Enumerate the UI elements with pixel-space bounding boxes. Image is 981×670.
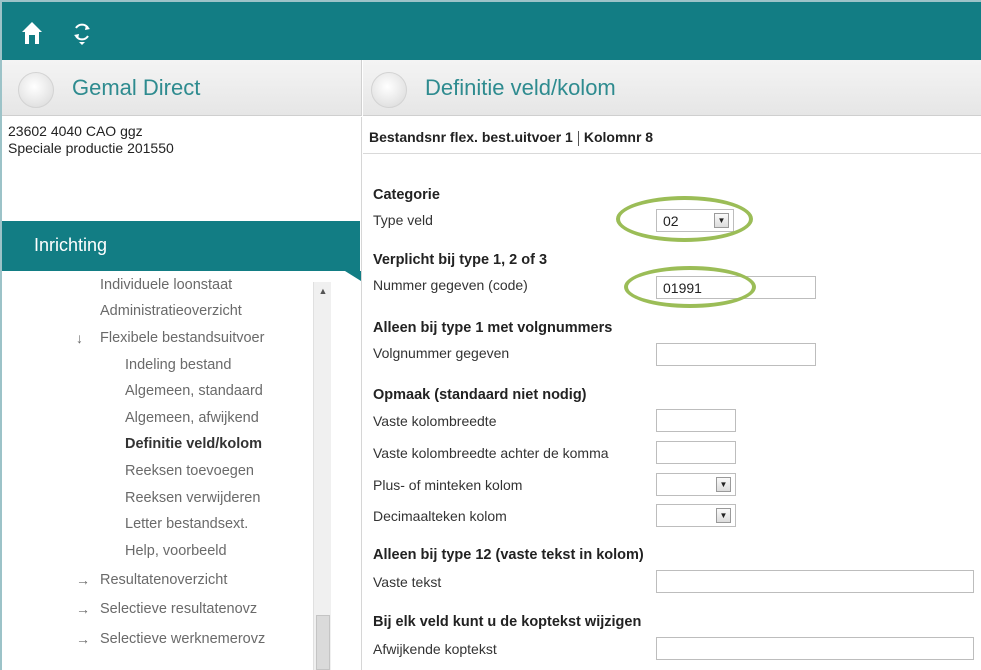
sidebar: 23602 4040 CAO ggz Speciale productie 20… [2, 117, 362, 670]
nummer-gegeven-value: 01991 [663, 280, 702, 296]
sidebar-item-label: Help, voorbeeld [125, 543, 227, 559]
scrollbar-thumb[interactable] [316, 615, 330, 670]
sidebar-item-label: Algemeen, standaard [125, 383, 263, 399]
arrow-right-icon: → [76, 631, 90, 647]
scroll-up-icon[interactable]: ▲ [318, 286, 328, 296]
right-header: Definitie veld/kolom [363, 60, 981, 116]
vaste-tekst-label: Vaste tekst [373, 574, 442, 590]
sidebar-item-label: Individuele loonstaat [100, 277, 233, 293]
section-volgnummers: Alleen bij type 1 met volgnummers [373, 320, 613, 336]
achter-komma-input[interactable] [656, 441, 736, 464]
sidebar-item-label: Selectieve werknemerovz [100, 631, 266, 647]
chevron-down-icon[interactable]: ▼ [716, 508, 731, 523]
chevron-down-icon[interactable]: ▼ [716, 477, 731, 492]
page-title: Definitie veld/kolom [425, 75, 616, 100]
employer-info: 23602 4040 CAO ggz Speciale productie 20… [8, 123, 174, 157]
sidebar-item-label: Administratieoverzicht [100, 303, 242, 319]
main-content: Bestandsnr flex. best.uitvoer 1 Kolomnr 8… [363, 117, 981, 670]
section-type12: Alleen bij type 12 (vaste tekst in kolom… [373, 547, 644, 563]
sidebar-item-label: Resultatenoverzicht [100, 572, 228, 588]
plusmin-label: Plus- of minteken kolom [373, 477, 523, 493]
achter-komma-label: Vaste kolombreedte achter de komma [373, 445, 609, 461]
breadcrumb: Bestandsnr flex. best.uitvoer 1 Kolomnr 8 [363, 117, 981, 154]
arrow-right-icon: → [76, 572, 90, 588]
volgnummer-label: Volgnummer gegeven [373, 345, 510, 361]
sidebar-item-label: Definitie veld/kolom [125, 436, 262, 452]
breadcrumb-bestandsnr: Bestandsnr flex. best.uitvoer 1 [369, 129, 573, 145]
decimaal-label: Decimaalteken kolom [373, 508, 507, 524]
sidebar-section-inrichting[interactable]: Inrichting [2, 221, 361, 281]
nummer-gegeven-label: Nummer gegeven (code) [373, 277, 528, 293]
sidebar-item-label: Reeksen toevoegen [125, 463, 254, 479]
plusmin-select[interactable]: ▼ [656, 473, 736, 496]
kolombreedte-label: Vaste kolombreedte [373, 413, 497, 429]
sync-icon[interactable] [70, 20, 94, 46]
kolombreedte-input[interactable] [656, 409, 736, 432]
type-veld-select[interactable]: 02 ▼ [656, 209, 734, 232]
section-verplicht: Verplicht bij type 1, 2 of 3 [373, 252, 548, 268]
employer-info-line1: 23602 4040 CAO ggz [8, 123, 143, 139]
sidebar-scrollbar[interactable]: ▲ [313, 282, 331, 670]
gemal-logo-icon [18, 72, 54, 108]
arrow-right-icon: → [76, 601, 90, 617]
section-koptekst: Bij elk veld kunt u de koptekst wijzigen [373, 614, 642, 630]
sidebar-item-label: Letter bestandsext. [125, 516, 249, 532]
sidebar-item-label: Flexibele bestandsuitvoer [100, 330, 265, 346]
sidebar-item-label: Algemeen, afwijkend [125, 410, 259, 426]
afwijkende-koptekst-input[interactable] [656, 637, 974, 660]
breadcrumb-separator [577, 130, 579, 146]
sidebar-item-label: Reeksen verwijderen [125, 490, 261, 506]
type-veld-label: Type veld [373, 212, 433, 228]
left-header-title: Gemal Direct [72, 75, 201, 100]
top-bar [2, 2, 981, 60]
afwijkende-koptekst-label: Afwijkende koptekst [373, 641, 497, 657]
breadcrumb-kolomnr: Kolomnr 8 [583, 129, 654, 145]
decimaal-select[interactable]: ▼ [656, 504, 736, 527]
nummer-gegeven-input[interactable]: 01991 [656, 276, 816, 299]
vaste-tekst-input[interactable] [656, 570, 974, 593]
home-icon[interactable] [20, 20, 44, 46]
type-veld-value: 02 [663, 213, 679, 229]
volgnummer-input[interactable] [656, 343, 816, 366]
section-categorie: Categorie [373, 187, 440, 203]
left-header: Gemal Direct [2, 60, 362, 116]
employer-info-line2: Speciale productie 201550 [8, 140, 174, 156]
chevron-down-icon[interactable]: ▼ [714, 213, 729, 228]
sidebar-item-label: Indeling bestand [125, 357, 232, 373]
page-logo-icon [371, 72, 407, 108]
arrow-down-icon: ↓ [76, 330, 83, 346]
sidebar-item-label: Selectieve resultatenovz [100, 601, 258, 617]
section-opmaak: Opmaak (standaard niet nodig) [373, 387, 587, 403]
